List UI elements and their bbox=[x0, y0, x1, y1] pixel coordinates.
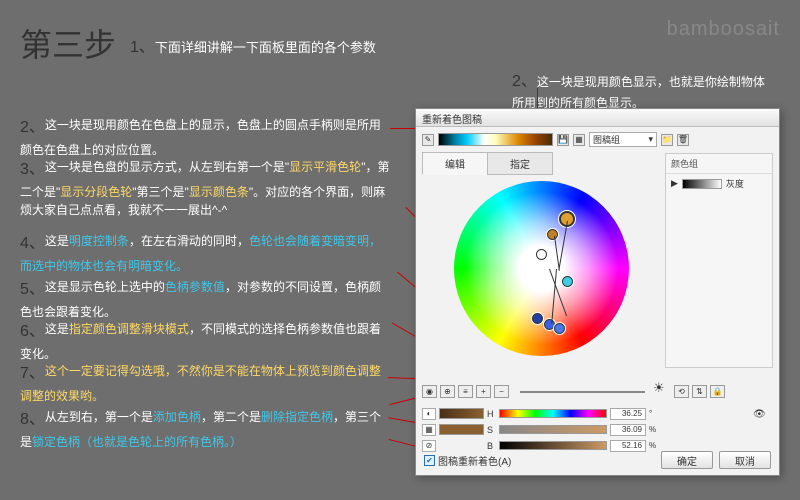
annotation-3: 3、这一块是色盘的显示方式，从左到右第一个是"显示平滑色轮"，第二个是"显示分段… bbox=[20, 158, 390, 220]
color-wheel-area bbox=[424, 175, 659, 375]
remove-handle-icon[interactable]: − bbox=[494, 385, 509, 398]
watermark: bamboosait bbox=[667, 18, 780, 41]
ok-button[interactable]: 确定 bbox=[661, 451, 713, 469]
color-groups-panel: 颜色组 ▶灰度 bbox=[665, 153, 773, 368]
limit-icon[interactable]: ▦ bbox=[422, 424, 436, 436]
s-label: S bbox=[487, 425, 496, 435]
unlink-icon[interactable]: ⇅ bbox=[692, 385, 707, 398]
brightness-icon: ☀ bbox=[653, 380, 665, 396]
recolor-dialog: 重新着色图稿 ✎ 💾 ▦ 图稿组▾ 📁 🗑 编辑 指定 颜色组 ▶灰度 bbox=[415, 108, 780, 476]
new-group-icon[interactable]: ▦ bbox=[573, 134, 585, 146]
step-title: 第三步 bbox=[20, 20, 116, 66]
colors-in-use-bar[interactable] bbox=[438, 133, 553, 146]
h-value[interactable]: 36.25 bbox=[610, 408, 646, 420]
color-groups-header: 颜色组 bbox=[666, 154, 772, 174]
annotation-4: 4、这是明度控制条，在左右滑动的同时，色轮也会随着变暗变明，而选中的物体也会有明… bbox=[20, 232, 390, 275]
b-value[interactable]: 52.16 bbox=[610, 440, 646, 452]
swatch bbox=[439, 424, 484, 435]
edit-icon[interactable]: ✎ bbox=[422, 134, 434, 146]
s-slider[interactable] bbox=[499, 425, 607, 434]
cancel-button[interactable]: 取消 bbox=[719, 451, 771, 469]
annotation-6: 6、这是指定颜色调整滑块模式，不同模式的选择色柄参数值也跟着变化。 bbox=[20, 320, 390, 363]
annotation-5: 5、这是显示色轮上选中的色柄参数值，对参数的不同设置，色柄颜色也会跟着变化。 bbox=[20, 278, 390, 321]
wheel-mode-icons: ◉ ⊕ ≡ + − bbox=[422, 385, 509, 398]
annotation-7: 7、这个一定要记得勾选哦，不然你是不能在物体上预览到颜色调整调整的效果哟。 bbox=[20, 362, 390, 405]
toolbar: ✎ 💾 ▦ 图稿组▾ 📁 🗑 bbox=[416, 127, 779, 150]
brightness-slider[interactable] bbox=[520, 388, 645, 396]
annotation-2: 2、这一块是现用颜色在色盘上的显示，色盘上的圆点手柄则是所用颜色在色盘上的对应位… bbox=[20, 116, 390, 159]
eyedropper-icon[interactable]: 👁 bbox=[753, 409, 769, 420]
hsb-controls: ◐ H 36.25° ▦ S 36.09% ⊘ B 52.16% bbox=[422, 406, 656, 454]
current-color-swatch[interactable] bbox=[439, 408, 484, 419]
annotation-right: 2、这一块是现用颜色显示，也就是你绘制物体所用到的所有颜色显示。 bbox=[512, 70, 772, 112]
trash-icon[interactable]: 🗑 bbox=[677, 134, 689, 146]
save-group-icon[interactable]: 💾 bbox=[557, 134, 569, 146]
dialog-title: 重新着色图稿 bbox=[416, 109, 779, 127]
annotation-8: 8、从左到右，第一个是添加色柄，第二个是删除指定色柄，第三个是锁定色柄（也就是色… bbox=[20, 408, 390, 451]
color-handle[interactable] bbox=[536, 249, 547, 260]
s-value[interactable]: 36.09 bbox=[610, 424, 646, 436]
color-handle[interactable] bbox=[554, 323, 565, 334]
link-harmony-icon[interactable]: ⟲ bbox=[674, 385, 689, 398]
segmented-wheel-icon[interactable]: ⊕ bbox=[440, 385, 455, 398]
handle-line bbox=[558, 221, 568, 270]
top-note: 1、下面详细讲解一下面板里面的各个参数 bbox=[130, 33, 376, 57]
handle-tools: ⟲ ⇅ 🔒 bbox=[674, 385, 725, 398]
color-wheel[interactable] bbox=[454, 181, 629, 356]
none-icon[interactable]: ⊘ bbox=[422, 440, 436, 452]
tab-edit[interactable]: 编辑 bbox=[422, 152, 488, 175]
color-handle[interactable] bbox=[532, 313, 543, 324]
color-group-row[interactable]: ▶灰度 bbox=[666, 174, 772, 193]
color-bars-icon[interactable]: ≡ bbox=[458, 385, 473, 398]
smooth-wheel-icon[interactable]: ◉ bbox=[422, 385, 437, 398]
recolor-art-checkbox[interactable]: ✔ 图稿重新着色(A) bbox=[424, 453, 511, 468]
add-handle-icon[interactable]: + bbox=[476, 385, 491, 398]
handle-line bbox=[554, 236, 560, 271]
chevron-down-icon: ▾ bbox=[648, 134, 653, 145]
folder-icon[interactable]: 📁 bbox=[661, 134, 673, 146]
checkbox-label: 图稿重新着色(A) bbox=[438, 453, 511, 468]
lock-handle-icon[interactable]: 🔒 bbox=[710, 385, 725, 398]
tab-assign[interactable]: 指定 bbox=[487, 152, 553, 175]
color-handle[interactable] bbox=[547, 229, 558, 240]
h-slider[interactable] bbox=[499, 409, 607, 418]
checkbox-icon: ✔ bbox=[424, 455, 435, 466]
color-mode-icon[interactable]: ◐ bbox=[422, 408, 436, 420]
harmony-dropdown[interactable]: 图稿组▾ bbox=[589, 132, 657, 147]
b-slider[interactable] bbox=[499, 441, 607, 450]
b-label: B bbox=[487, 441, 496, 451]
color-handle[interactable] bbox=[562, 276, 573, 287]
h-label: H bbox=[487, 409, 496, 419]
